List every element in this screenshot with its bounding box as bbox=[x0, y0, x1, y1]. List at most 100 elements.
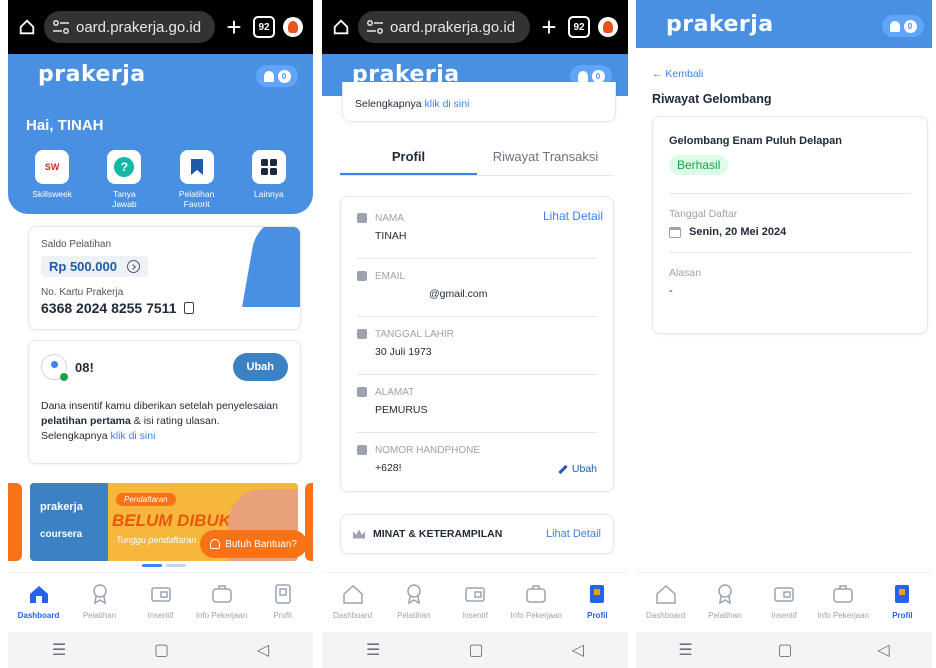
back-icon[interactable]: ◁ bbox=[572, 640, 584, 660]
ubah-phone-link[interactable]: Ubah bbox=[558, 463, 597, 475]
home-button-icon[interactable]: ▢ bbox=[777, 640, 792, 660]
ubah-phone-button[interactable]: Ubah bbox=[232, 353, 288, 381]
nav-dashboard[interactable]: Dashboard bbox=[323, 573, 383, 632]
mail-icon bbox=[357, 271, 367, 281]
history-screen: prakerja 0 ← Kembali Riwayat Gelombang G… bbox=[636, 0, 932, 668]
tab-profil[interactable]: Profil bbox=[340, 140, 477, 175]
recents-icon[interactable]: ☰ bbox=[52, 640, 66, 660]
nav-dashboard[interactable]: Dashboard bbox=[9, 573, 69, 632]
notification-button[interactable]: 0 bbox=[256, 65, 298, 87]
nav-pelatihan[interactable]: Pelatihan bbox=[70, 573, 130, 632]
site-settings-icon[interactable] bbox=[366, 20, 384, 34]
tab-riwayat-transaksi[interactable]: Riwayat Transaksi bbox=[477, 140, 614, 175]
url-bar[interactable]: oard.prakerja.go.id bbox=[44, 11, 215, 43]
nav-insentif[interactable]: Insentif bbox=[754, 573, 813, 632]
briefcase-icon bbox=[211, 585, 232, 603]
nav-profil[interactable]: Profil bbox=[253, 573, 313, 632]
bookmark-icon bbox=[179, 150, 214, 184]
back-icon[interactable]: ◁ bbox=[877, 640, 889, 660]
quick-menu-pelatihan-favorit[interactable]: Pelatihan Favorit bbox=[166, 150, 228, 210]
saldo-value: Rp 500.000 bbox=[49, 259, 117, 274]
info-more: Selengkapnya bbox=[355, 98, 425, 110]
info-text: Dana insentif kamu diberikan setelah pen… bbox=[41, 400, 278, 412]
back-icon[interactable]: ◁ bbox=[257, 640, 269, 660]
status-badge: Berhasil bbox=[669, 155, 729, 175]
nav-label: Pelatihan bbox=[397, 611, 431, 620]
nav-label: Profil bbox=[587, 611, 608, 620]
bottom-nav: Dashboard Pelatihan Insentif Info Pekerj… bbox=[8, 572, 313, 632]
info-card-bottom: Selengkapnya klik di sini bbox=[342, 82, 616, 122]
nav-label: Dashboard bbox=[646, 611, 686, 620]
notification-button[interactable]: 0 bbox=[882, 15, 924, 37]
notification-count: 0 bbox=[903, 19, 917, 33]
info-link[interactable]: klik di sini bbox=[110, 430, 155, 442]
nav-label: Pelatihan bbox=[82, 611, 117, 620]
home-icon[interactable] bbox=[332, 18, 350, 36]
saldo-pill[interactable]: Rp 500.000 bbox=[41, 256, 148, 277]
home-nav-icon bbox=[655, 584, 676, 604]
banner-partner: coursera bbox=[40, 529, 83, 540]
nav-label: Info Pekerjaan bbox=[195, 611, 248, 620]
headset-icon bbox=[210, 539, 221, 549]
bell-icon bbox=[889, 20, 900, 32]
tab-switcher[interactable]: 92 bbox=[253, 16, 275, 38]
page-title: Riwayat Gelombang bbox=[652, 92, 772, 106]
info-link[interactable]: klik di sini bbox=[424, 98, 469, 110]
field-label: ALAMAT bbox=[375, 387, 415, 398]
nav-label: Info Pekerjaan bbox=[510, 611, 562, 620]
quick-menu-tanya-jawab[interactable]: ? Tanya Jawab bbox=[93, 150, 155, 210]
menu-icon[interactable] bbox=[598, 17, 618, 37]
help-button[interactable]: Butuh Bantuan? bbox=[200, 530, 307, 558]
quick-menu-label: Skillsweek bbox=[32, 189, 72, 199]
info-more: Selengkapnya bbox=[41, 430, 111, 443]
briefcase-icon bbox=[833, 585, 853, 603]
nav-label: Insentif bbox=[771, 611, 797, 620]
field-nama: NAMA TINAH bbox=[357, 201, 597, 259]
interest-detail-link[interactable]: Lihat Detail bbox=[546, 528, 601, 540]
help-label: Butuh Bantuan? bbox=[225, 538, 297, 550]
tab-switcher[interactable]: 92 bbox=[568, 16, 590, 38]
medal-icon bbox=[407, 584, 421, 605]
home-button-icon[interactable]: ▢ bbox=[468, 640, 483, 660]
quick-menu-label: Tanya Jawab bbox=[112, 189, 137, 209]
nav-profil[interactable]: Profil bbox=[873, 573, 932, 632]
saldo-label: Saldo Pelatihan bbox=[41, 239, 112, 250]
nav-label: Profil bbox=[273, 611, 292, 620]
quick-menu-lainnya[interactable]: Lainnya bbox=[238, 150, 300, 210]
site-settings-icon[interactable] bbox=[52, 20, 70, 34]
bottom-nav: Dashboard Pelatihan Insentif Info Pekerj… bbox=[322, 572, 628, 632]
url-text: oard.prakerja.go.id bbox=[390, 18, 516, 36]
nav-pelatihan[interactable]: Pelatihan bbox=[695, 573, 754, 632]
url-bar[interactable]: oard.prakerja.go.id bbox=[358, 11, 530, 43]
home-icon[interactable] bbox=[18, 18, 36, 36]
nav-dashboard[interactable]: Dashboard bbox=[636, 573, 695, 632]
nav-pelatihan[interactable]: Pelatihan bbox=[384, 573, 444, 632]
recents-icon[interactable]: ☰ bbox=[678, 640, 692, 660]
nav-profil[interactable]: Profil bbox=[567, 573, 627, 632]
back-link[interactable]: ← Kembali bbox=[652, 68, 703, 80]
field-value: PEMURUS bbox=[375, 404, 428, 416]
incentive-info: Dana insentif kamu diberikan setelah pen… bbox=[41, 399, 288, 445]
interest-title: MINAT & KETERAMPILAN bbox=[373, 528, 503, 540]
wave-name: Gelombang Enam Puluh Delapan bbox=[669, 135, 842, 147]
carousel-dot-active bbox=[142, 564, 162, 567]
quick-menu-skillsweek[interactable]: SW Skillsweek bbox=[21, 150, 83, 210]
nav-insentif[interactable]: Insentif bbox=[445, 573, 505, 632]
bottom-nav: Dashboard Pelatihan Insentif Info Pekerj… bbox=[636, 572, 932, 632]
new-tab-icon[interactable]: + bbox=[223, 14, 245, 40]
menu-icon[interactable] bbox=[283, 17, 303, 37]
copy-icon[interactable] bbox=[184, 302, 195, 314]
briefcase-icon bbox=[526, 585, 546, 603]
home-button-icon[interactable]: ▢ bbox=[154, 640, 169, 660]
recents-icon[interactable]: ☰ bbox=[366, 640, 380, 660]
new-tab-icon[interactable]: + bbox=[538, 14, 560, 40]
nav-insentif[interactable]: Insentif bbox=[131, 573, 191, 632]
system-nav: ☰ ▢ ◁ bbox=[8, 632, 313, 668]
nav-info-pekerjaan[interactable]: Info Pekerjaan bbox=[506, 573, 566, 632]
phone-icon bbox=[357, 445, 367, 455]
banner-left-panel bbox=[30, 483, 108, 561]
nav-label: Insentif bbox=[147, 611, 174, 620]
field-nomor-handphone: NOMOR HANDPHONE +628! Ubah bbox=[357, 433, 597, 491]
nav-info-pekerjaan[interactable]: Info Pekerjaan bbox=[814, 573, 873, 632]
nav-info-pekerjaan[interactable]: Info Pekerjaan bbox=[192, 573, 252, 632]
